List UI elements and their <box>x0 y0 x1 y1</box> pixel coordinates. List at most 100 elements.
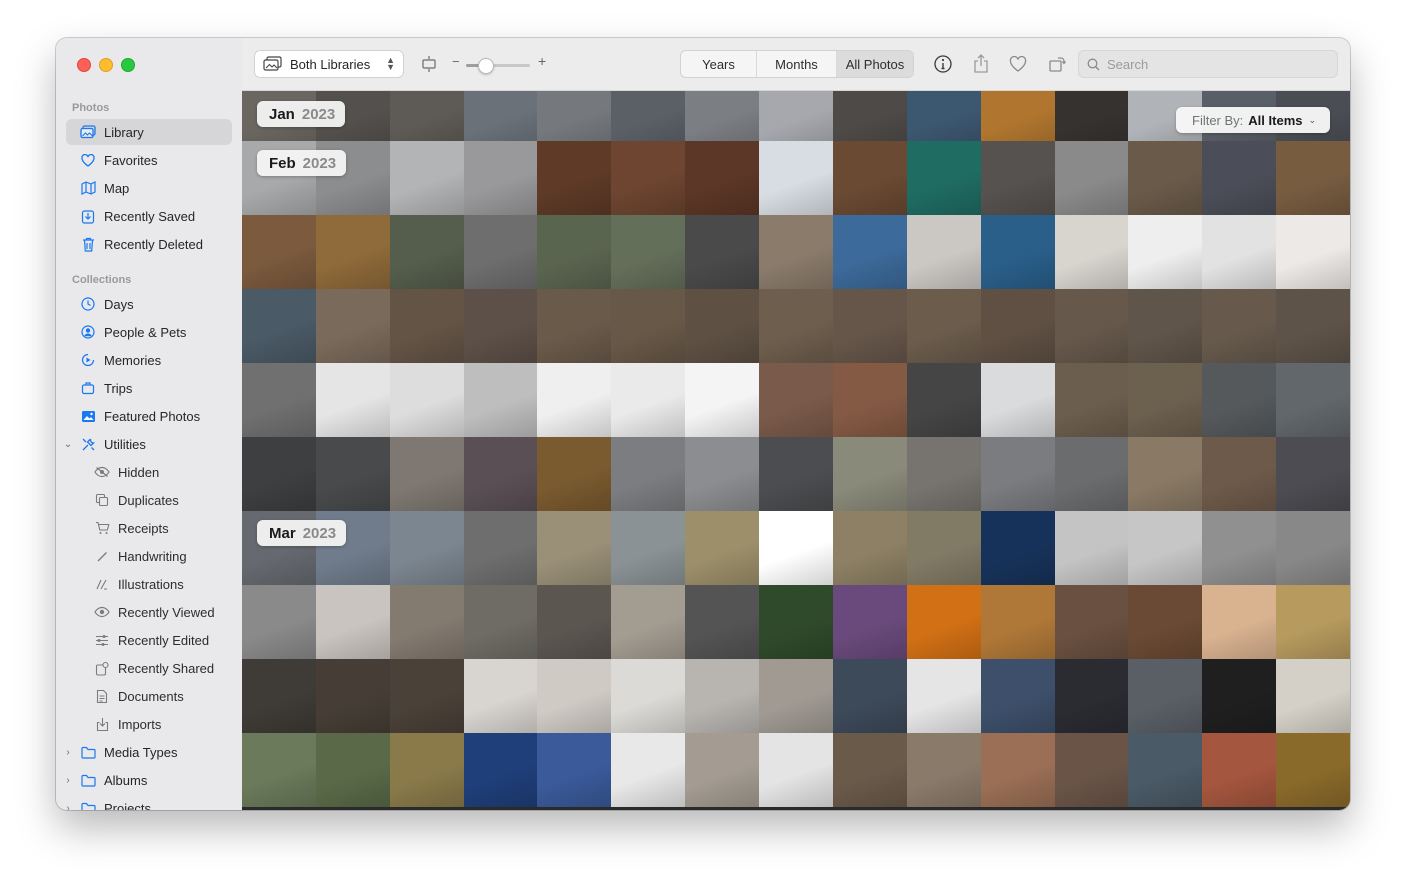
photo-thumbnail[interactable] <box>759 733 833 807</box>
photo-thumbnail[interactable] <box>1128 437 1202 511</box>
info-button[interactable] <box>931 52 955 76</box>
photo-thumbnail[interactable] <box>537 437 611 511</box>
photo-thumbnail[interactable] <box>907 363 981 437</box>
sidebar-item-documents[interactable]: Documents <box>66 683 232 709</box>
photo-thumbnail[interactable] <box>537 733 611 807</box>
photo-thumbnail[interactable] <box>1055 511 1128 585</box>
photo-thumbnail[interactable] <box>1055 437 1128 511</box>
photo-thumbnail[interactable] <box>759 141 833 215</box>
sidebar-item-recently-edited[interactable]: Recently Edited <box>66 627 232 653</box>
photo-thumbnail[interactable] <box>1202 585 1276 659</box>
photo-thumbnail[interactable] <box>1202 511 1276 585</box>
photo-thumbnail[interactable] <box>759 659 833 733</box>
photo-thumbnail[interactable] <box>390 437 464 511</box>
tab-all-photos[interactable]: All Photos <box>837 51 913 77</box>
photo-thumbnail[interactable] <box>833 289 907 363</box>
photo-thumbnail[interactable] <box>611 585 685 659</box>
photo-thumbnail[interactable] <box>907 215 981 289</box>
sidebar-item-favorites[interactable]: Favorites <box>66 147 232 173</box>
photo-thumbnail[interactable] <box>1276 733 1350 807</box>
photo-thumbnail[interactable] <box>464 289 537 363</box>
photo-thumbnail[interactable] <box>981 511 1055 585</box>
photo-thumbnail[interactable] <box>1202 659 1276 733</box>
photo-thumbnail[interactable] <box>1276 511 1350 585</box>
photo-thumbnail[interactable] <box>1276 363 1350 437</box>
photo-thumbnail[interactable] <box>1055 141 1128 215</box>
sidebar-item-hidden[interactable]: Hidden <box>66 459 232 485</box>
photo-thumbnail[interactable] <box>833 585 907 659</box>
photo-thumbnail[interactable] <box>981 289 1055 363</box>
photo-thumbnail[interactable] <box>981 733 1055 807</box>
photo-thumbnail[interactable] <box>685 437 759 511</box>
sidebar-item-illustrations[interactable]: Illustrations <box>66 571 232 597</box>
photo-thumbnail[interactable] <box>685 585 759 659</box>
photo-thumbnail[interactable] <box>611 363 685 437</box>
photo-thumbnail[interactable] <box>1128 511 1202 585</box>
photo-thumbnail[interactable] <box>833 437 907 511</box>
sidebar-item-map[interactable]: Map <box>66 175 232 201</box>
photo-thumbnail[interactable] <box>1128 659 1202 733</box>
zoom-button[interactable] <box>121 58 135 72</box>
photo-thumbnail[interactable] <box>611 289 685 363</box>
photo-thumbnail[interactable] <box>833 659 907 733</box>
photo-thumbnail[interactable] <box>1128 289 1202 363</box>
zoom-out-label[interactable]: − <box>452 54 460 69</box>
photo-thumbnail[interactable] <box>907 511 981 585</box>
photo-thumbnail[interactable] <box>390 733 464 807</box>
sidebar-item-receipts[interactable]: Receipts <box>66 515 232 541</box>
photo-thumbnail[interactable] <box>981 141 1055 215</box>
photo-thumbnail[interactable] <box>611 141 685 215</box>
sidebar-item-recently-saved[interactable]: Recently Saved <box>66 203 232 229</box>
photo-thumbnail[interactable] <box>833 733 907 807</box>
photo-thumbnail[interactable] <box>537 585 611 659</box>
sidebar-item-projects[interactable]: › Projects <box>66 795 232 810</box>
photo-thumbnail[interactable] <box>1202 363 1276 437</box>
photo-thumbnail[interactable] <box>833 511 907 585</box>
photo-thumbnail[interactable] <box>611 215 685 289</box>
photo-thumbnail[interactable] <box>685 289 759 363</box>
photo-thumbnail[interactable] <box>464 511 537 585</box>
sidebar-item-utilities[interactable]: ⌄ Utilities <box>64 431 232 457</box>
photo-thumbnail[interactable] <box>759 289 833 363</box>
photo-thumbnail[interactable] <box>1202 215 1276 289</box>
photo-thumbnail[interactable] <box>537 659 611 733</box>
photo-thumbnail[interactable] <box>464 141 537 215</box>
photo-thumbnail[interactable] <box>316 215 390 289</box>
sidebar-item-recently-viewed[interactable]: Recently Viewed <box>66 599 232 625</box>
photo-thumbnail[interactable] <box>242 585 316 659</box>
photo-thumbnail[interactable] <box>464 215 537 289</box>
photo-thumbnail[interactable] <box>611 511 685 585</box>
photo-thumbnail[interactable] <box>685 215 759 289</box>
photo-thumbnail[interactable] <box>390 659 464 733</box>
photo-thumbnail[interactable] <box>1128 363 1202 437</box>
photo-thumbnail[interactable] <box>1202 733 1276 807</box>
photo-thumbnail[interactable] <box>537 363 611 437</box>
photo-thumbnail[interactable] <box>759 437 833 511</box>
photo-thumbnail[interactable] <box>1276 141 1350 215</box>
photo-thumbnail[interactable] <box>242 437 316 511</box>
photo-thumbnail[interactable] <box>316 363 390 437</box>
photo-thumbnail[interactable] <box>1055 659 1128 733</box>
photo-thumbnail[interactable] <box>907 141 981 215</box>
photo-thumbnail[interactable] <box>981 437 1055 511</box>
photo-thumbnail[interactable] <box>1055 585 1128 659</box>
photo-thumbnail[interactable] <box>464 733 537 807</box>
photo-thumbnail[interactable] <box>1202 437 1276 511</box>
photo-thumbnail[interactable] <box>1128 733 1202 807</box>
sidebar-item-handwriting[interactable]: Handwriting <box>66 543 232 569</box>
sidebar-item-albums[interactable]: › Albums <box>66 767 232 793</box>
photo-thumbnail[interactable] <box>316 659 390 733</box>
photo-thumbnail[interactable] <box>759 215 833 289</box>
photo-thumbnail[interactable] <box>390 363 464 437</box>
sidebar-item-trips[interactable]: Trips <box>66 375 232 401</box>
photo-thumbnail[interactable] <box>1055 289 1128 363</box>
photo-thumbnail[interactable] <box>611 659 685 733</box>
photo-thumbnail[interactable] <box>907 659 981 733</box>
photo-thumbnail[interactable] <box>464 659 537 733</box>
minimize-button[interactable] <box>99 58 113 72</box>
photo-thumbnail[interactable] <box>611 437 685 511</box>
share-button[interactable] <box>969 52 993 76</box>
photo-thumbnail[interactable] <box>242 659 316 733</box>
sidebar-item-media-types[interactable]: › Media Types <box>66 739 232 765</box>
photo-thumbnail[interactable] <box>1276 289 1350 363</box>
